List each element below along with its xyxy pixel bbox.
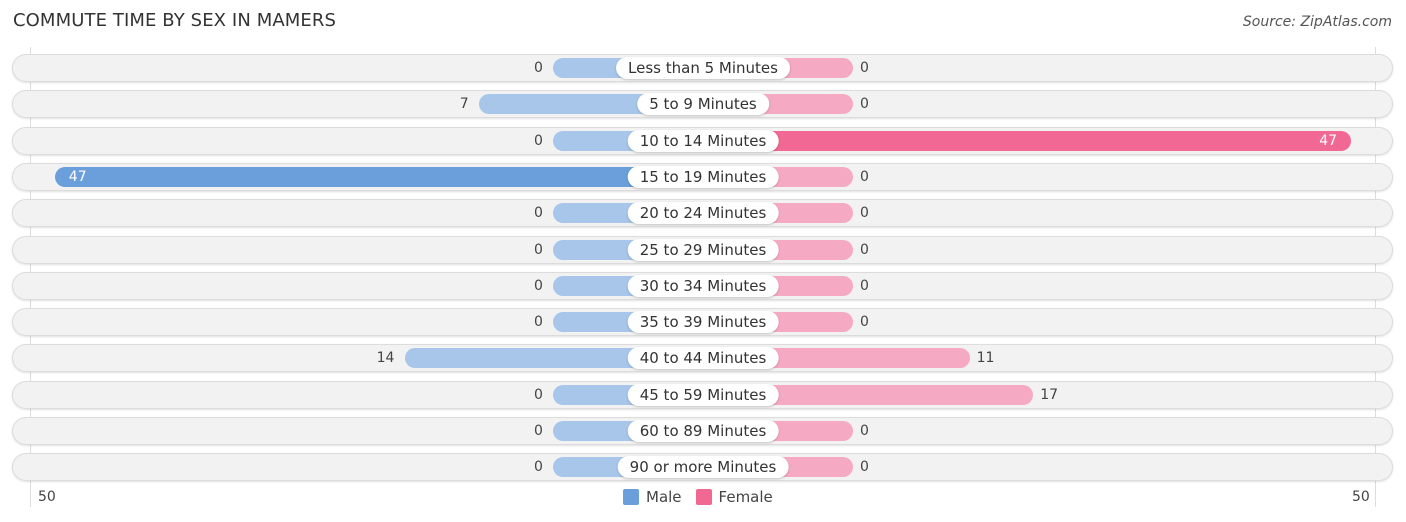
male-value-label: 7 xyxy=(459,96,469,113)
row-0: 0 0 Less than 5 Minutes xyxy=(12,54,1393,82)
female-value-label: 0 xyxy=(860,241,869,258)
tick-right: 50 xyxy=(1352,489,1370,505)
female-value-label: 47 xyxy=(1319,132,1338,149)
row-8: 14 11 40 to 44 Minutes xyxy=(12,344,1393,373)
male-value-label: 0 xyxy=(534,314,543,331)
category-label: 35 to 39 Minutes xyxy=(627,311,779,334)
male-value-label: 0 xyxy=(534,132,543,149)
legend-male-swatch xyxy=(623,489,639,505)
female-value-label: 0 xyxy=(860,314,869,331)
category-label: 10 to 14 Minutes xyxy=(627,129,779,152)
category-label: 90 or more Minutes xyxy=(617,456,789,479)
row-11: 0 0 90 or more Minutes xyxy=(12,453,1393,482)
row-7: 0 0 35 to 39 Minutes xyxy=(12,308,1393,337)
female-value-label: 0 xyxy=(860,60,869,76)
male-value-label: 0 xyxy=(534,205,543,222)
female-value-label: 17 xyxy=(1040,386,1059,403)
category-label: 20 to 24 Minutes xyxy=(627,202,779,225)
male-value-label: 0 xyxy=(534,423,543,439)
row-2: 0 47 10 to 14 Minutes xyxy=(12,126,1393,155)
legend: Male Female xyxy=(623,488,773,506)
row-9: 0 17 45 to 59 Minutes xyxy=(12,380,1393,409)
row-4: 0 0 20 to 24 Minutes xyxy=(12,199,1393,228)
male-value-label: 0 xyxy=(534,386,543,403)
category-label: 5 to 9 Minutes xyxy=(637,93,769,116)
female-value-label: 0 xyxy=(860,277,869,294)
category-label: 15 to 19 Minutes xyxy=(627,165,779,188)
female-value-label: 0 xyxy=(860,423,869,439)
chart-title: COMMUTE TIME BY SEX IN MAMERS xyxy=(13,10,336,31)
legend-male-label: Male xyxy=(646,488,682,506)
category-label: 60 to 89 Minutes xyxy=(627,420,779,442)
legend-female-label: Female xyxy=(718,488,773,506)
male-value-label: 0 xyxy=(534,277,543,294)
category-label: 25 to 29 Minutes xyxy=(627,238,779,261)
female-value-label: 0 xyxy=(860,459,869,476)
female-bar xyxy=(703,130,1352,151)
category-label: Less than 5 Minutes xyxy=(616,57,790,79)
tick-left: 50 xyxy=(38,489,56,505)
source-label: Source: ZipAtlas.com xyxy=(1242,14,1392,30)
legend-female-swatch xyxy=(695,489,712,505)
female-value-label: 0 xyxy=(860,205,869,222)
male-value-label: 14 xyxy=(376,350,395,367)
male-value-label: 0 xyxy=(534,60,543,76)
male-value-label: 0 xyxy=(534,241,543,258)
category-label: 45 to 59 Minutes xyxy=(627,383,779,406)
male-value-label: 47 xyxy=(68,168,87,185)
female-value-label: 0 xyxy=(860,96,869,113)
female-value-label: 0 xyxy=(860,168,869,185)
male-value-label: 0 xyxy=(534,459,543,476)
row-6: 0 0 30 to 34 Minutes xyxy=(12,271,1393,300)
row-5: 0 0 25 to 29 Minutes xyxy=(12,235,1393,264)
category-label: 40 to 44 Minutes xyxy=(627,347,779,370)
row-3: 47 0 15 to 19 Minutes xyxy=(12,162,1393,191)
row-1: 7 0 5 to 9 Minutes xyxy=(12,90,1393,119)
female-value-label: 11 xyxy=(976,350,995,367)
row-10: 0 0 60 to 89 Minutes xyxy=(12,417,1393,445)
male-bar xyxy=(54,166,703,187)
category-label: 30 to 34 Minutes xyxy=(627,274,779,297)
